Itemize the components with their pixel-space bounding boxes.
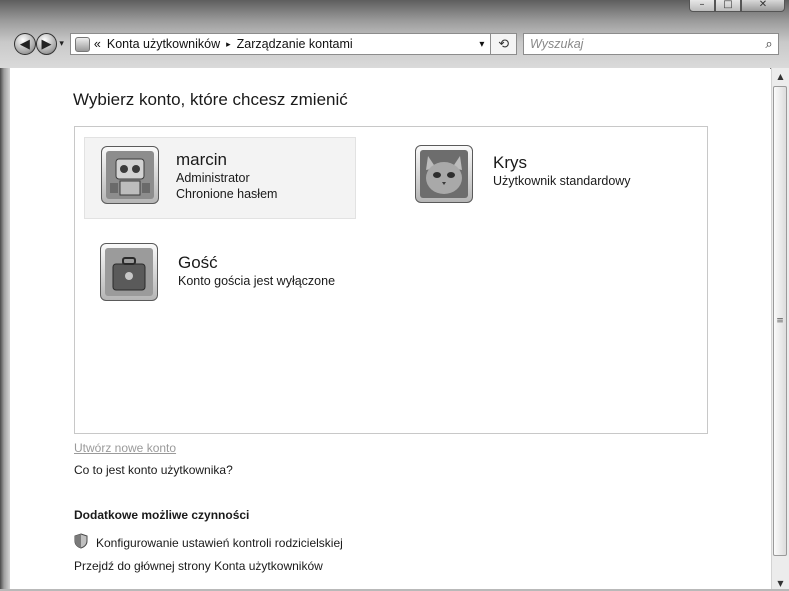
vertical-scrollbar[interactable]: ▲ ≡ ▼ (771, 68, 789, 591)
additional-tasks-heading: Dodatkowe możliwe czynności (74, 508, 250, 522)
breadcrumb-item-manage-accounts[interactable]: Zarządzanie kontami (237, 37, 353, 51)
robot-avatar-icon (101, 146, 159, 204)
parental-controls-link[interactable]: Konfigurowanie ustawień kontroli rodzici… (74, 533, 343, 552)
caption-buttons: – □ ✕ (689, 0, 785, 12)
guest-briefcase-icon (100, 243, 158, 301)
window-titlebar: – □ ✕ ◀ ▶ ▾ « Konta użytkowników ▸ Zarzą… (0, 0, 789, 69)
navigation-row: ◀ ▶ ▾ « Konta użytkowników ▸ Zarządzanie… (14, 32, 779, 56)
account-marcin[interactable]: marcin Administrator Chronione hasłem (84, 137, 356, 219)
shield-icon (74, 533, 88, 552)
accounts-panel: marcin Administrator Chronione hasłem Kr… (74, 126, 708, 434)
maximize-button[interactable]: □ (715, 0, 741, 12)
search-box[interactable]: ⌕ (522, 33, 779, 55)
account-krys[interactable]: Krys Użytkownik standardowy (415, 145, 675, 215)
create-account-link[interactable]: Utwórz nowe konto (74, 441, 176, 455)
page-title: Wybierz konto, które chcesz zmienić (73, 90, 348, 109)
account-password-status: Chronione hasłem (176, 187, 278, 201)
minimize-button[interactable]: – (689, 0, 715, 12)
account-type: Użytkownik standardowy (493, 174, 631, 188)
user-accounts-icon (74, 36, 90, 52)
close-button[interactable]: ✕ (741, 0, 785, 12)
account-type: Administrator (176, 171, 250, 185)
account-guest[interactable]: Gość Konto gościa jest wyłączone (100, 243, 400, 313)
account-name: Gość (178, 253, 218, 272)
breadcrumb-item-user-accounts[interactable]: Konta użytkowników (107, 37, 220, 51)
account-status: Konto gościa jest wyłączone (178, 274, 336, 288)
what-is-account-link[interactable]: Co to jest konto użytkownika? (74, 463, 233, 477)
address-bar[interactable]: « Konta użytkowników ▸ Zarządzanie konta… (69, 33, 492, 55)
window-left-edge (0, 68, 10, 591)
breadcrumb-overflow[interactable]: « (94, 37, 101, 51)
account-name: marcin (176, 150, 228, 169)
back-button[interactable]: ◀ (14, 33, 36, 55)
recent-pages-dropdown[interactable]: ▾ (59, 39, 64, 49)
user-accounts-main-link[interactable]: Przejdź do głównej strony Konta użytkown… (74, 559, 323, 573)
scroll-up-button[interactable]: ▲ (772, 68, 789, 84)
breadcrumb-separator-icon[interactable]: ▸ (226, 39, 231, 50)
kitten-avatar-icon (415, 145, 473, 203)
refresh-button[interactable]: ⟲ (491, 33, 517, 55)
forward-button[interactable]: ▶ (35, 33, 58, 55)
search-input[interactable] (523, 37, 760, 51)
address-dropdown-icon[interactable]: ▾ (479, 39, 484, 50)
search-icon[interactable]: ⌕ (760, 36, 778, 52)
content-pane: Wybierz konto, które chcesz zmienić marc… (10, 68, 770, 591)
account-name: Krys (493, 153, 527, 172)
scroll-thumb[interactable]: ≡ (773, 86, 787, 556)
parental-controls-label[interactable]: Konfigurowanie ustawień kontroli rodzici… (96, 536, 343, 550)
